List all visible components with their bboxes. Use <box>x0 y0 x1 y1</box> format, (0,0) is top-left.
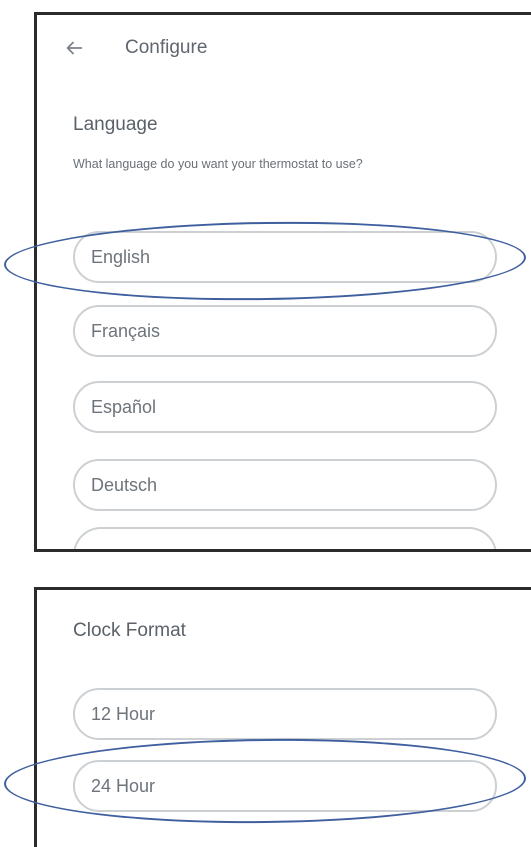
clock-option-24-hour[interactable]: 24 Hour <box>73 760 497 812</box>
back-arrow-icon[interactable] <box>63 37 85 59</box>
clock-format-panel: Clock Format 12 Hour 24 Hour <box>34 587 531 847</box>
language-option-francais[interactable]: Français <box>73 305 497 357</box>
header-bar: Configure <box>63 37 207 59</box>
language-section-title: Language <box>73 114 158 135</box>
language-option-cutoff[interactable] <box>73 527 497 549</box>
language-option-english[interactable]: English <box>73 231 497 283</box>
language-option-deutsch[interactable]: Deutsch <box>73 459 497 511</box>
language-section-subtitle: What language do you want your thermosta… <box>73 157 363 171</box>
language-option-espanol[interactable]: Español <box>73 381 497 433</box>
clock-option-12-hour[interactable]: 12 Hour <box>73 688 497 740</box>
page-title: Configure <box>125 37 208 58</box>
language-settings-panel: Configure Language What language do you … <box>34 12 531 552</box>
clock-format-section-title: Clock Format <box>73 620 186 641</box>
